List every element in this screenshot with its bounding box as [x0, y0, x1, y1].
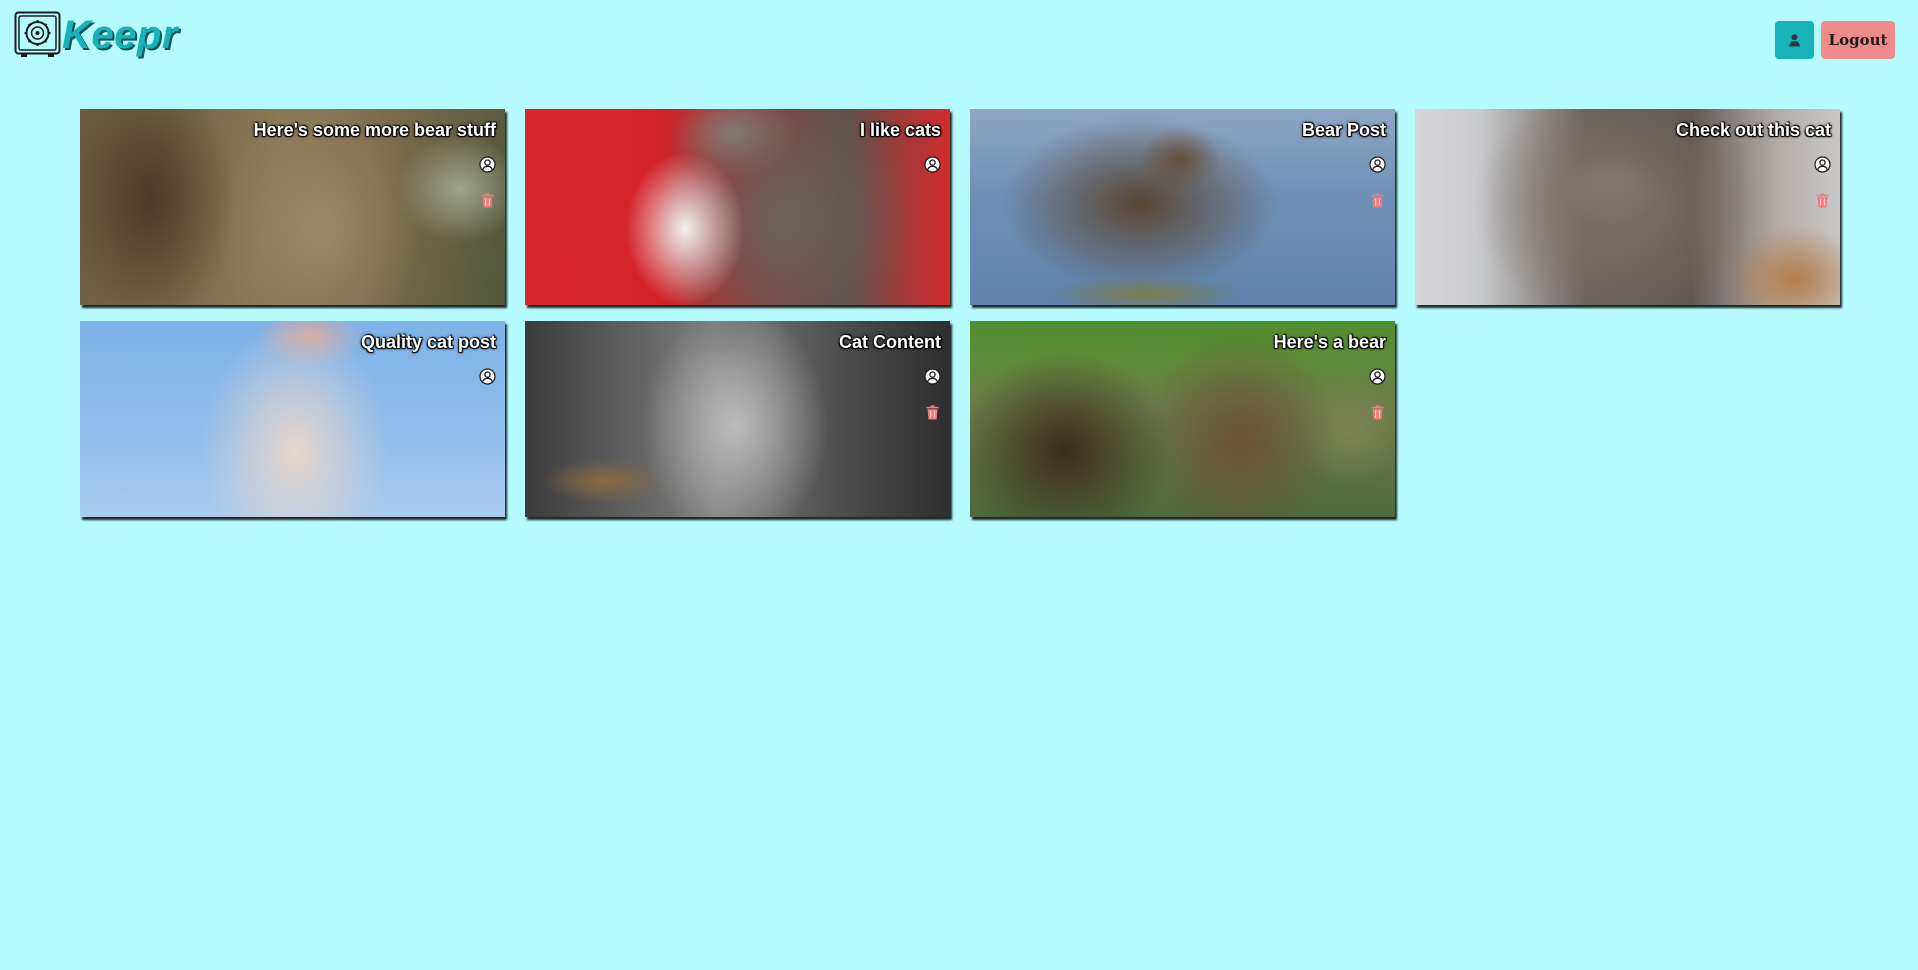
keep-title: Quality cat post: [360, 332, 496, 352]
safe-logo-icon: [14, 11, 61, 57]
user-circle-icon[interactable]: [924, 368, 941, 385]
keeps-grid: Here's some more bear stuff I like cats …: [80, 109, 1840, 517]
keep-title: Cat Content: [839, 332, 941, 352]
trash-icon[interactable]: [1371, 405, 1384, 420]
keep-card[interactable]: I like cats: [525, 109, 950, 305]
brand-link[interactable]: Keepr: [14, 11, 178, 59]
keep-card[interactable]: Check out this cat: [1415, 109, 1840, 305]
keep-card[interactable]: Cat Content: [525, 321, 950, 517]
user-circle-icon[interactable]: [924, 156, 941, 173]
keep-title: Bear Post: [1301, 120, 1386, 140]
user-icon: [1789, 33, 1800, 46]
keep-title: Here's a bear: [1273, 332, 1386, 352]
keep-title: Here's some more bear stuff: [253, 120, 496, 140]
keep-title: I like cats: [859, 120, 941, 140]
navbar: Keepr Logout: [0, 0, 1918, 80]
trash-icon[interactable]: [1816, 193, 1829, 208]
keep-card[interactable]: Here's some more bear stuff: [80, 109, 505, 305]
user-circle-icon[interactable]: [1369, 368, 1386, 385]
logout-button[interactable]: Logout: [1821, 21, 1895, 59]
keep-card[interactable]: Bear Post: [970, 109, 1395, 305]
trash-icon[interactable]: [1371, 193, 1384, 208]
keep-title: Check out this cat: [1675, 120, 1831, 140]
user-circle-icon[interactable]: [1369, 156, 1386, 173]
user-circle-icon[interactable]: [479, 368, 496, 385]
keep-card[interactable]: Quality cat post: [80, 321, 505, 517]
user-circle-icon[interactable]: [1814, 156, 1831, 173]
trash-icon[interactable]: [481, 193, 494, 208]
trash-icon[interactable]: [926, 405, 939, 420]
user-circle-icon[interactable]: [479, 156, 496, 173]
keep-card[interactable]: Here's a bear: [970, 321, 1395, 517]
profile-button[interactable]: [1775, 21, 1814, 59]
brand-name: Keepr: [62, 13, 178, 57]
